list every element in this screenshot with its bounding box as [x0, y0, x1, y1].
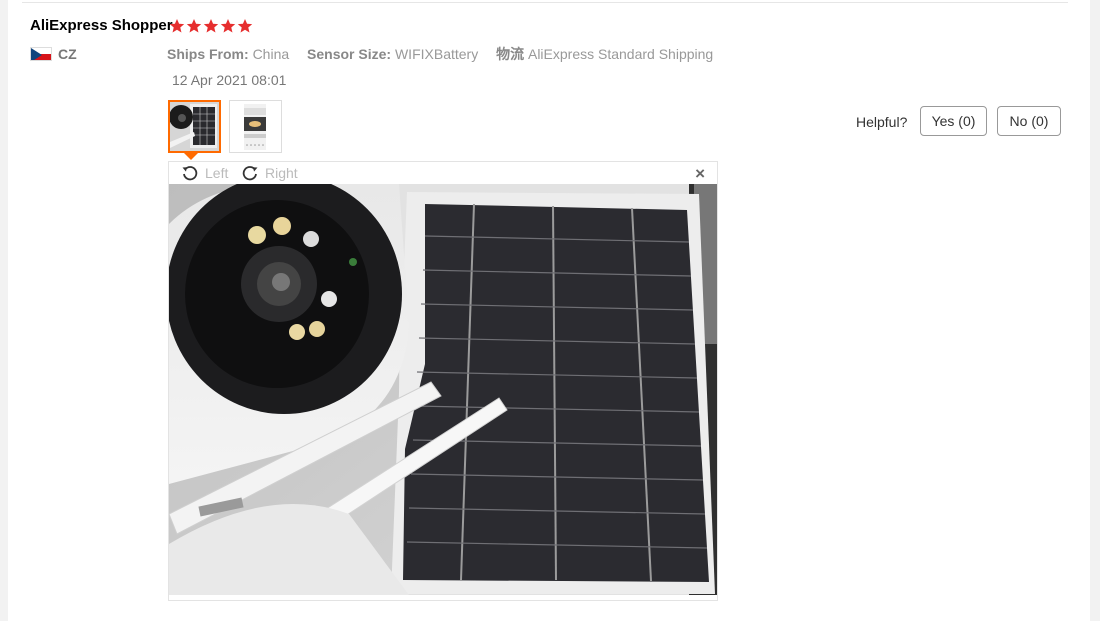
solar-camera-photo: [169, 184, 717, 595]
review-thumbnail-1[interactable]: [168, 100, 221, 153]
helpful-no-button[interactable]: No (0): [997, 106, 1061, 136]
reviewer-name: AliExpress Shopper: [30, 17, 173, 34]
review-thumbnail-2[interactable]: [229, 100, 282, 153]
sensor-size: Sensor Size: WIFIXBattery: [307, 46, 479, 62]
phone-screenshot-thumbnail: [230, 101, 281, 152]
rotate-left-button[interactable]: Left: [181, 164, 228, 182]
helpful-yes-button[interactable]: Yes (0): [920, 106, 987, 136]
review-photo: [169, 184, 717, 595]
reviewer-country: CZ: [58, 46, 77, 62]
rotate-left-icon: [182, 166, 198, 181]
star-icon: [220, 19, 236, 33]
ships-from: Ships From: China: [167, 46, 290, 62]
star-icon: [237, 19, 253, 33]
rating-stars: [169, 18, 253, 34]
viewer-close-icon[interactable]: ×: [695, 164, 705, 184]
rotate-right-button[interactable]: Right: [241, 164, 298, 182]
czech-flag-icon: [30, 47, 52, 61]
camera-photo-thumbnail: [170, 102, 219, 151]
star-icon: [203, 19, 219, 33]
review-date: 12 Apr 2021 08:01: [172, 72, 287, 88]
thumbnail-selected-caret: [184, 153, 198, 160]
star-icon: [169, 19, 185, 33]
helpful-label: Helpful?: [856, 114, 908, 130]
viewer-toolbar: Left Right ×: [169, 162, 717, 184]
review-attributes: Ships From: China Sensor Size: WIFIXBatt…: [167, 44, 727, 64]
image-viewer: Left Right ×: [168, 161, 718, 601]
rotate-right-icon: [242, 166, 258, 181]
star-icon: [186, 19, 202, 33]
logistics: 物流 AliExpress Standard Shipping: [496, 46, 714, 62]
divider: [22, 2, 1068, 3]
